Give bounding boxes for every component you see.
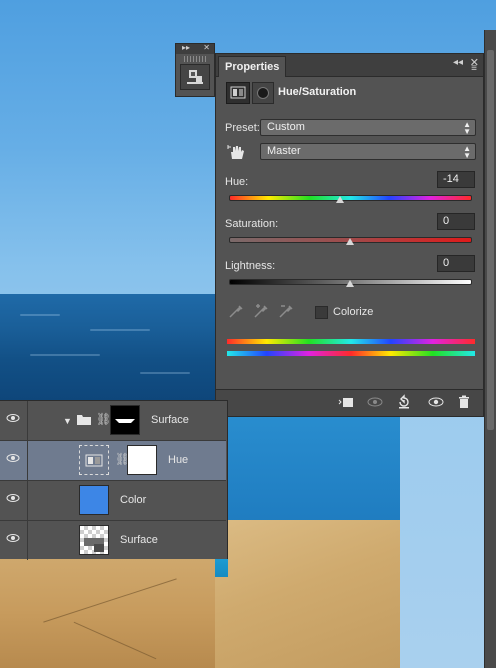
channel-select[interactable]: Master ▲ ▼ bbox=[260, 143, 476, 160]
layer-mask-thumbnail[interactable] bbox=[127, 445, 157, 475]
layer-row-surface[interactable]: Surface bbox=[0, 521, 226, 560]
layer-row-surface-group[interactable]: ▼ ⛓ Surface bbox=[0, 401, 226, 441]
cube-sand-face bbox=[215, 520, 400, 668]
collapsed-panel-dock: ▸▸ ✕ bbox=[175, 43, 215, 97]
add-eyedropper-icon[interactable] bbox=[253, 303, 269, 321]
saturation-slider-thumb[interactable] bbox=[345, 238, 354, 245]
adjustment-title: Hue/Saturation bbox=[278, 86, 357, 98]
saturation-label: Saturation: bbox=[225, 218, 279, 230]
subtract-eyedropper-icon[interactable] bbox=[278, 303, 294, 321]
group-mask-thumbnail[interactable] bbox=[110, 405, 140, 435]
trash-icon[interactable] bbox=[454, 394, 474, 412]
lightness-slider-thumb[interactable] bbox=[345, 280, 354, 287]
saturation-input[interactable]: 0 bbox=[437, 213, 475, 230]
layer-name[interactable]: Surface bbox=[151, 414, 189, 426]
properties-panel-icon[interactable] bbox=[180, 64, 210, 90]
layer-thumbnail[interactable] bbox=[79, 525, 109, 555]
hue-input[interactable]: -14 bbox=[437, 171, 475, 188]
view-previous-state-icon[interactable] bbox=[365, 394, 385, 412]
color-fill-thumbnail[interactable] bbox=[79, 485, 109, 515]
select-arrows-icon: ▲ ▼ bbox=[463, 120, 471, 136]
dock-scrollbar[interactable] bbox=[487, 50, 494, 430]
layer-row-hue[interactable]: ⛓ Hue bbox=[0, 441, 226, 481]
layer-name[interactable]: Color bbox=[120, 494, 146, 506]
properties-header: Properties ◂◂ ✕ bbox=[216, 54, 483, 77]
colorize-checkbox[interactable] bbox=[315, 306, 328, 319]
layers-panel: ▼ ⛓ Surface ⛓ Hue Color Surface bbox=[0, 400, 228, 560]
colorize-label: Colorize bbox=[333, 306, 374, 318]
layer-name[interactable]: Hue bbox=[168, 454, 188, 466]
expand-triangle-icon[interactable]: ▼ bbox=[63, 416, 72, 426]
output-color-spectrum bbox=[227, 351, 475, 356]
input-color-spectrum bbox=[227, 339, 475, 344]
lightness-label: Lightness: bbox=[225, 260, 276, 272]
properties-panel: Properties ◂◂ ✕ ≡ Hue/Saturation Preset:… bbox=[215, 53, 484, 417]
hue-saturation-adjustment-icon[interactable] bbox=[226, 82, 250, 104]
link-chain-icon[interactable]: ⛓ bbox=[96, 412, 111, 426]
properties-footer bbox=[216, 389, 483, 416]
collapse-icon[interactable]: ◂◂ bbox=[453, 57, 463, 68]
drag-grip[interactable] bbox=[184, 56, 206, 62]
mini-panel-titlebar[interactable]: ▸▸ ✕ bbox=[176, 43, 214, 54]
hue-label: Hue: bbox=[225, 176, 249, 188]
dock-strip bbox=[484, 30, 496, 668]
cube-sand-side bbox=[0, 558, 215, 668]
eyedropper-icon[interactable] bbox=[228, 303, 244, 321]
visibility-eye-icon[interactable] bbox=[6, 533, 20, 547]
cube-water-face bbox=[215, 404, 400, 524]
visibility-eye-icon[interactable] bbox=[6, 453, 20, 467]
folder-icon bbox=[76, 413, 92, 429]
preset-value: Custom bbox=[267, 121, 305, 133]
adjustment-thumbnail[interactable] bbox=[79, 445, 109, 475]
targeted-adjustment-hand-icon[interactable] bbox=[226, 143, 246, 161]
layer-mask-icon[interactable] bbox=[252, 82, 274, 104]
ocean-image bbox=[0, 294, 216, 404]
preset-label: Preset: bbox=[225, 122, 260, 134]
expand-panel-icon[interactable]: ▸▸ bbox=[182, 43, 190, 52]
preset-select[interactable]: Custom ▲ ▼ bbox=[260, 119, 476, 136]
clip-to-layer-icon[interactable] bbox=[336, 394, 356, 412]
panel-menu-icon[interactable]: ≡ bbox=[471, 64, 477, 74]
properties-tab[interactable]: Properties bbox=[218, 56, 287, 77]
visibility-eye-icon[interactable] bbox=[6, 493, 20, 507]
visibility-eye-icon[interactable] bbox=[6, 413, 20, 427]
close-icon[interactable]: ✕ bbox=[203, 43, 210, 52]
lightness-input[interactable]: 0 bbox=[437, 255, 475, 272]
hue-slider-thumb[interactable] bbox=[336, 196, 345, 203]
hue-slider-track[interactable] bbox=[229, 195, 472, 201]
layer-row-color[interactable]: Color bbox=[0, 481, 226, 521]
layer-name[interactable]: Surface bbox=[120, 534, 158, 546]
channel-value: Master bbox=[267, 145, 301, 157]
reset-icon[interactable] bbox=[394, 394, 414, 412]
visibility-eye-icon[interactable] bbox=[426, 394, 446, 412]
select-arrows-icon: ▲ ▼ bbox=[463, 144, 471, 160]
